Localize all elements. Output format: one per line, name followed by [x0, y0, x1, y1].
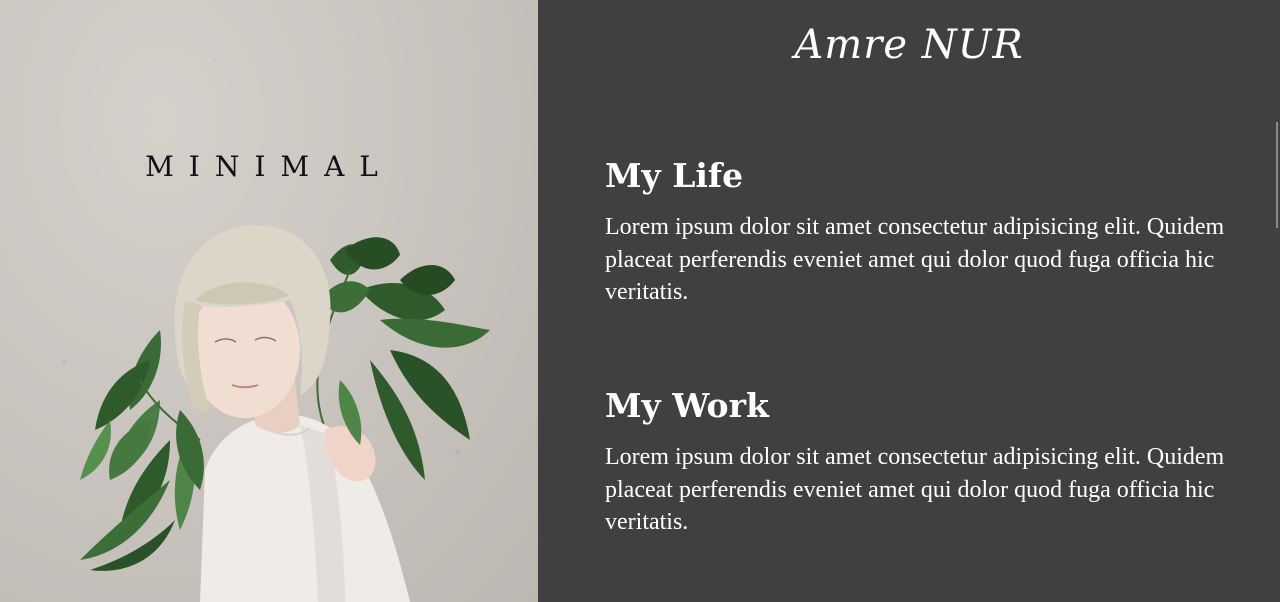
- signature-logo: Amre NUR: [794, 22, 1024, 68]
- section-text: Lorem ipsum dolor sit amet consectetur a…: [605, 214, 1225, 305]
- brand-title: MINIMAL: [145, 150, 393, 183]
- section-my-life: My Life Lorem ipsum dolor sit amet conse…: [605, 156, 1225, 309]
- page: MINIMAL Amre NUR My Life Lorem ipsum dol…: [0, 0, 1280, 602]
- woman-with-leaves-photo: [80, 225, 490, 602]
- section-my-work: My Work Lorem ipsum dolor sit amet conse…: [605, 386, 1225, 539]
- hero-panel: MINIMAL: [0, 0, 538, 602]
- section-title: My Life: [605, 156, 744, 195]
- section-title: My Work: [605, 386, 769, 425]
- content-panel: Amre NUR My Life Lorem ipsum dolor sit a…: [538, 0, 1280, 602]
- section-text: Lorem ipsum dolor sit amet consectetur a…: [605, 444, 1225, 535]
- scrollbar[interactable]: [1276, 122, 1278, 228]
